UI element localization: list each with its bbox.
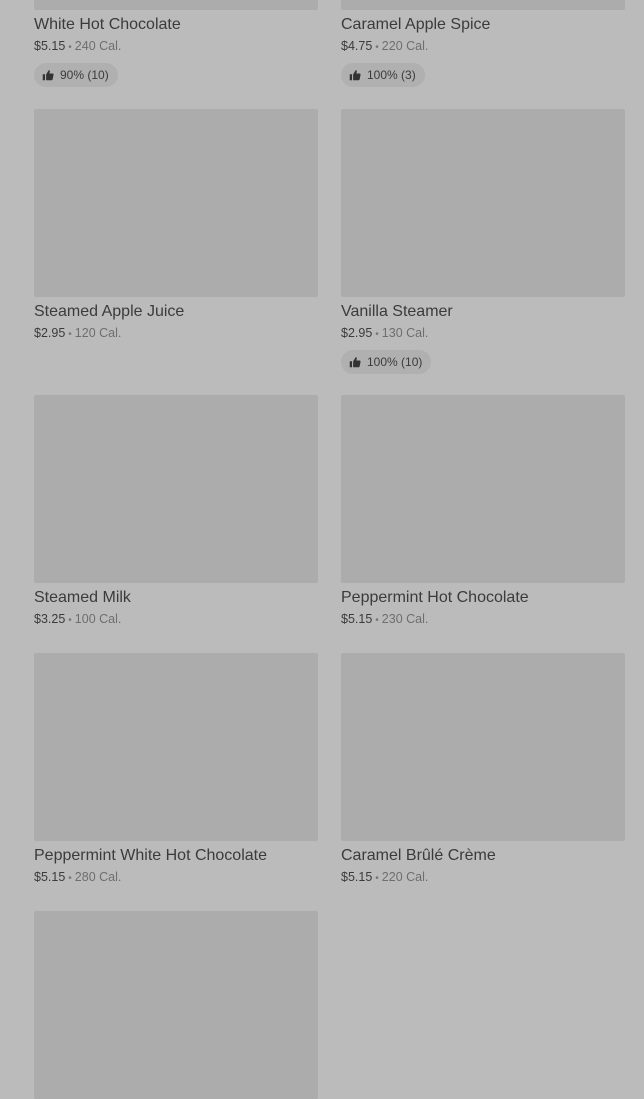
product-name[interactable]: Steamed Apple Juice xyxy=(34,302,318,322)
product-calories: 240 Cal. xyxy=(74,39,122,53)
separator: • xyxy=(68,329,72,340)
product-price: $5.15 xyxy=(34,870,66,884)
menu-item-peppermint-white-hot-chocolate[interactable]: Peppermint White Hot Chocolate $5.15 • 280… xyxy=(34,653,318,888)
product-name[interactable]: Peppermint Hot Chocolate xyxy=(341,588,625,608)
product-price: $5.15 xyxy=(34,39,66,53)
product-calories: 220 Cal. xyxy=(381,39,429,53)
product-price: $2.95 xyxy=(341,326,373,340)
product-meta: $5.15 • 240 Cal. xyxy=(34,37,318,57)
separator: • xyxy=(68,615,72,626)
product-calories: 280 Cal. xyxy=(74,870,122,884)
product-image[interactable] xyxy=(34,911,318,1099)
menu-item-partial[interactable] xyxy=(34,911,318,1099)
product-meta: $4.75 • 220 Cal. xyxy=(341,37,625,57)
menu-item-white-hot-chocolate[interactable]: White Hot Chocolate $5.15 • 240 Cal. 90% (… xyxy=(34,0,318,87)
product-meta: $3.25 • 100 Cal. xyxy=(34,610,318,630)
product-meta: $5.15 • 230 Cal. xyxy=(341,610,625,630)
rating-text: 90% (10) xyxy=(60,68,109,82)
product-meta: $5.15 • 220 Cal. xyxy=(341,868,625,888)
product-image[interactable] xyxy=(341,109,625,297)
product-price: $3.25 xyxy=(34,612,66,626)
product-meta: $2.95 • 130 Cal. xyxy=(341,324,625,344)
thumbs-up-icon xyxy=(349,69,361,81)
product-meta: $2.95 • 120 Cal. xyxy=(34,324,318,344)
product-calories: 130 Cal. xyxy=(381,326,429,340)
separator: • xyxy=(68,42,72,53)
product-calories: 120 Cal. xyxy=(74,326,122,340)
product-price: $5.15 xyxy=(341,870,373,884)
product-calories: 100 Cal. xyxy=(74,612,122,626)
product-calories: 230 Cal. xyxy=(381,612,429,626)
product-image[interactable] xyxy=(341,395,625,583)
product-price: $5.15 xyxy=(341,612,373,626)
product-price: $4.75 xyxy=(341,39,373,53)
menu-item-steamed-apple-juice[interactable]: Steamed Apple Juice $2.95 • 120 Cal. xyxy=(34,109,318,344)
separator: • xyxy=(375,873,379,884)
menu-item-peppermint-hot-chocolate[interactable]: Peppermint Hot Chocolate $5.15 • 230 Cal. xyxy=(341,395,625,630)
product-name[interactable]: Caramel Brûlé Crème xyxy=(341,846,625,866)
product-image[interactable] xyxy=(34,0,318,10)
rating-badge: 100% (3) xyxy=(341,63,425,87)
rating-text: 100% (3) xyxy=(367,68,416,82)
thumbs-up-icon xyxy=(42,69,54,81)
separator: • xyxy=(375,615,379,626)
menu-grid: White Hot Chocolate $5.15 • 240 Cal. 90% (… xyxy=(0,0,644,1099)
product-name[interactable]: White Hot Chocolate xyxy=(34,15,318,35)
product-calories: 220 Cal. xyxy=(381,870,429,884)
product-name[interactable]: Peppermint White Hot Chocolate xyxy=(34,846,318,866)
separator: • xyxy=(68,873,72,884)
product-image[interactable] xyxy=(34,653,318,841)
product-image[interactable] xyxy=(341,653,625,841)
product-meta: $5.15 • 280 Cal. xyxy=(34,868,318,888)
menu-item-caramel-brule-creme[interactable]: Caramel Brûlé Crème $5.15 • 220 Cal. xyxy=(341,653,625,888)
product-image[interactable] xyxy=(341,0,625,10)
menu-item-caramel-apple-spice[interactable]: Caramel Apple Spice $4.75 • 220 Cal. 100% … xyxy=(341,0,625,87)
separator: • xyxy=(375,42,379,53)
product-name[interactable]: Caramel Apple Spice xyxy=(341,15,625,35)
rating-text: 100% (10) xyxy=(367,355,423,369)
product-price: $2.95 xyxy=(34,326,66,340)
thumbs-up-icon xyxy=(349,356,361,368)
product-image[interactable] xyxy=(34,395,318,583)
product-image[interactable] xyxy=(34,109,318,297)
menu-item-vanilla-steamer[interactable]: Vanilla Steamer $2.95 • 130 Cal. 100% (10) xyxy=(341,109,625,374)
menu-item-steamed-milk[interactable]: Steamed Milk $3.25 • 100 Cal. xyxy=(34,395,318,630)
rating-badge: 100% (10) xyxy=(341,350,432,374)
product-name[interactable]: Vanilla Steamer xyxy=(341,302,625,322)
product-name[interactable]: Steamed Milk xyxy=(34,588,318,608)
separator: • xyxy=(375,329,379,340)
rating-badge: 90% (10) xyxy=(34,63,118,87)
